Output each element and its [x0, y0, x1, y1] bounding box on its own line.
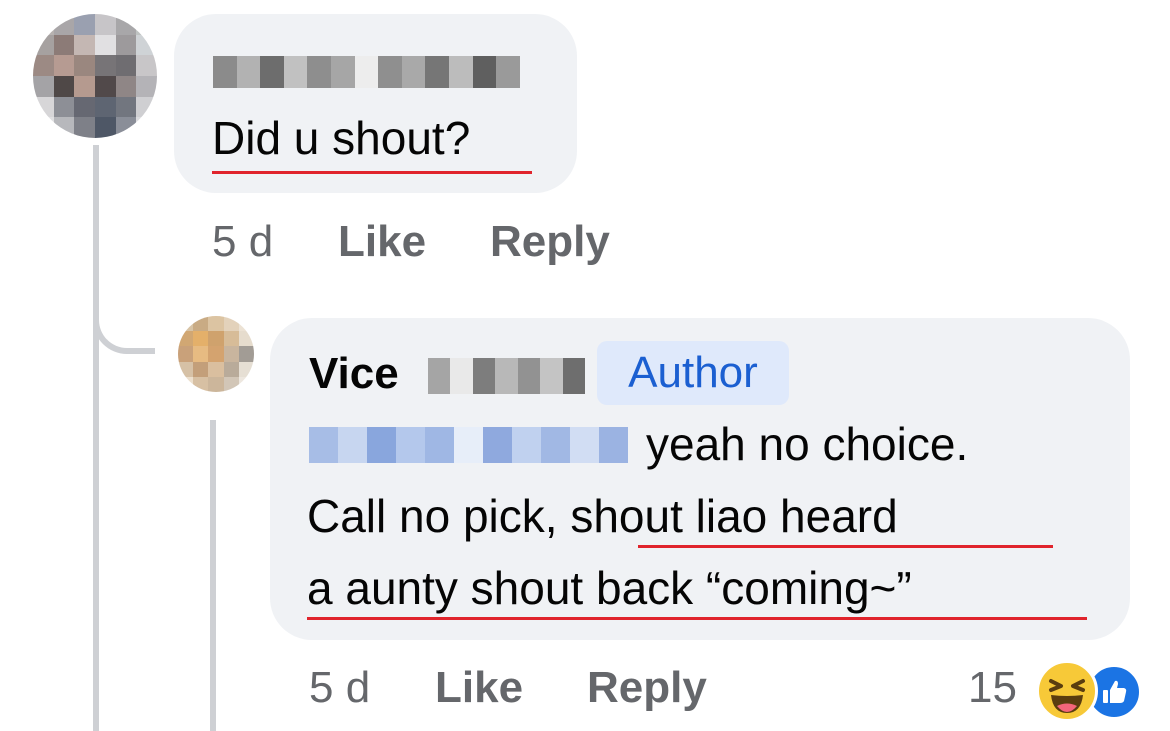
reply-button[interactable]: Reply [490, 214, 610, 270]
reply-timestamp[interactable]: 5 d [309, 660, 370, 716]
reply-text-line3: a aunty shout back “coming~” [307, 562, 912, 614]
thread-line-reply [210, 420, 216, 731]
comment-text: Did u shout? [212, 112, 471, 164]
thread-line [93, 145, 99, 731]
avatar[interactable] [33, 14, 157, 138]
reply-text-segment-highlighted: shout liao heard [570, 490, 898, 542]
haha-icon[interactable] [1036, 660, 1098, 722]
reply-text-line1: yeah no choice. [646, 418, 969, 470]
reply-text-segment: Call no pick, [307, 490, 571, 542]
commenter-name[interactable]: Vice [309, 346, 399, 402]
reply-button[interactable]: Reply [587, 660, 707, 716]
highlight-underline [212, 171, 532, 174]
like-button[interactable]: Like [435, 660, 523, 716]
reaction-count[interactable]: 15 [968, 660, 1017, 716]
highlight-underline [638, 545, 1053, 548]
comment-timestamp[interactable]: 5 d [212, 214, 273, 270]
like-button[interactable]: Like [338, 214, 426, 270]
reply-connector [93, 290, 155, 354]
highlight-underline [307, 617, 1087, 620]
commenter-surname-redacted[interactable] [428, 358, 585, 394]
avatar[interactable] [178, 316, 254, 392]
author-badge: Author [597, 341, 789, 405]
reply-text-line2: Call no pick, shout liao heard [307, 480, 898, 552]
commenter-name-redacted[interactable] [213, 56, 520, 88]
mention-tag-redacted[interactable] [309, 427, 628, 463]
